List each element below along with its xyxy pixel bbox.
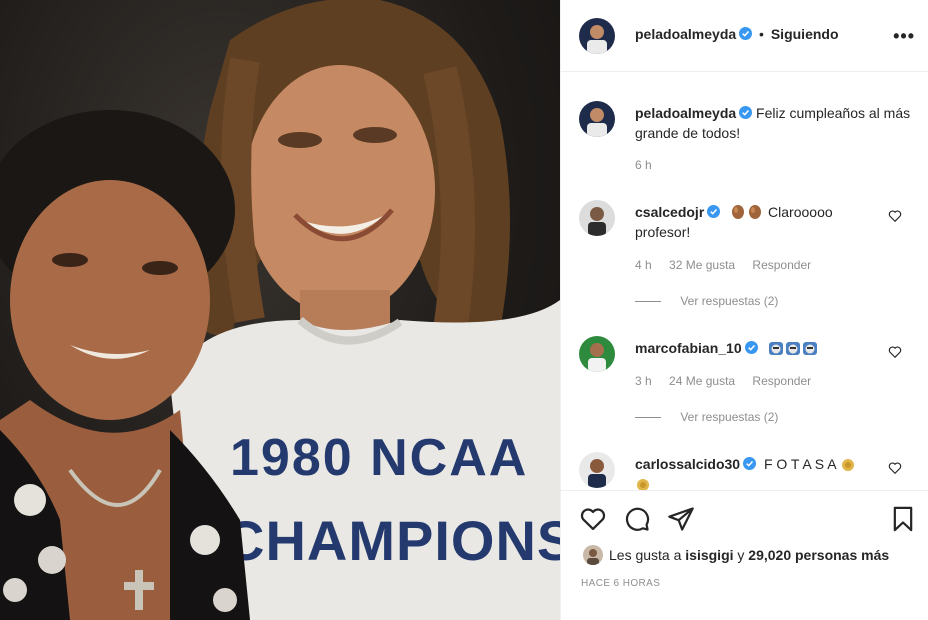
author-username[interactable]: peladoalmeyda — [635, 26, 736, 42]
following-button[interactable]: Siguiendo — [771, 26, 839, 42]
caption-avatar[interactable] — [579, 101, 615, 137]
comment-avatar[interactable] — [579, 452, 615, 488]
comment-body: carlossalcido30 F O T A S A — [635, 454, 885, 494]
post-header: peladoalmeyda • Siguiendo ••• — [561, 0, 928, 72]
post-timestamp: HACE 6 HORAS — [581, 578, 661, 589]
reply-button[interactable]: Responder — [752, 374, 811, 388]
likes-connector: y — [737, 547, 745, 563]
likes-prefix: Les gusta a — [609, 547, 682, 563]
verified-badge-icon — [744, 341, 758, 354]
comment-body: marcofabian_10 — [635, 338, 885, 358]
liker-avatar — [583, 545, 603, 565]
share-icon[interactable] — [667, 505, 695, 533]
face-emoji-icon — [768, 342, 783, 355]
header-separator: • — [759, 26, 764, 42]
shirt-text-line2: CHAMPIONS — [224, 509, 560, 572]
comment-avatar[interactable] — [579, 336, 615, 372]
comment-username[interactable]: marcofabian_10 — [635, 340, 742, 356]
author-avatar[interactable] — [579, 18, 615, 54]
view-replies-label: Ver respuestas (2) — [680, 410, 779, 424]
comment-avatar[interactable] — [579, 200, 615, 236]
comment-like-heart-icon[interactable] — [888, 209, 902, 223]
reply-button[interactable]: Responder — [752, 258, 811, 272]
caption-username[interactable]: peladoalmeyda — [635, 105, 736, 121]
photo-image: 1980 NCAA CHAMPIONS — [0, 0, 560, 620]
caption-time: 6 h — [635, 158, 652, 172]
post-actions: Les gusta a isisgigi y 29,020 personas m… — [561, 490, 928, 620]
more-options-icon[interactable]: ••• — [893, 26, 915, 47]
comment-likes[interactable]: 24 Me gusta — [669, 374, 735, 388]
bookmark-icon[interactable] — [889, 505, 917, 533]
comment-like-heart-icon[interactable] — [888, 461, 902, 475]
verified-badge-icon — [707, 205, 721, 218]
comment-time: 3 h — [635, 374, 652, 388]
verified-badge-icon — [743, 457, 757, 470]
comment-text: F O T A S A — [763, 456, 836, 472]
comment-like-heart-icon[interactable] — [888, 345, 902, 359]
verified-badge-icon — [739, 106, 753, 119]
shirt-text-line1: 1980 NCAA — [230, 429, 528, 487]
view-replies-label: Ver respuestas (2) — [680, 294, 779, 308]
comment-username[interactable]: csalcedojr — [635, 204, 704, 220]
header-user-row: peladoalmeyda • Siguiendo — [635, 26, 839, 42]
comment-meta: 3 h 24 Me gusta Responder — [635, 374, 825, 388]
view-replies[interactable]: Ver respuestas (2) — [635, 410, 778, 424]
liker-username[interactable]: isisgigi — [685, 547, 733, 563]
likes-summary[interactable]: Les gusta a isisgigi y 29,020 personas m… — [583, 545, 889, 565]
medal-emoji-icon — [841, 459, 854, 471]
likes-count[interactable]: 29,020 personas más — [748, 547, 889, 563]
comment-time: 4 h — [635, 258, 652, 272]
comment-meta: 4 h 32 Me gusta Responder — [635, 258, 825, 272]
post-photo[interactable]: 1980 NCAA CHAMPIONS — [0, 0, 560, 620]
comment-username[interactable]: carlossalcido30 — [635, 456, 740, 472]
comment-likes[interactable]: 32 Me gusta — [669, 258, 735, 272]
replies-divider — [635, 301, 661, 303]
face-emoji-icon — [785, 342, 800, 355]
heart-icon[interactable] — [579, 505, 607, 533]
view-replies[interactable]: Ver respuestas (2) — [635, 294, 778, 308]
replies-divider — [635, 417, 661, 419]
face-emoji-icon — [802, 342, 817, 355]
clap-emoji-icon — [749, 205, 762, 219]
post-sidebar: peladoalmeyda • Siguiendo ••• peladoalme… — [560, 0, 928, 620]
post-caption: peladoalmeyda Feliz cumpleaños al más gr… — [635, 103, 915, 143]
verified-badge-icon — [739, 27, 753, 40]
clap-emoji-icon — [732, 205, 745, 219]
comment-body: csalcedojr Clarooooo profesor! — [635, 202, 885, 242]
comment-icon[interactable] — [623, 505, 651, 533]
